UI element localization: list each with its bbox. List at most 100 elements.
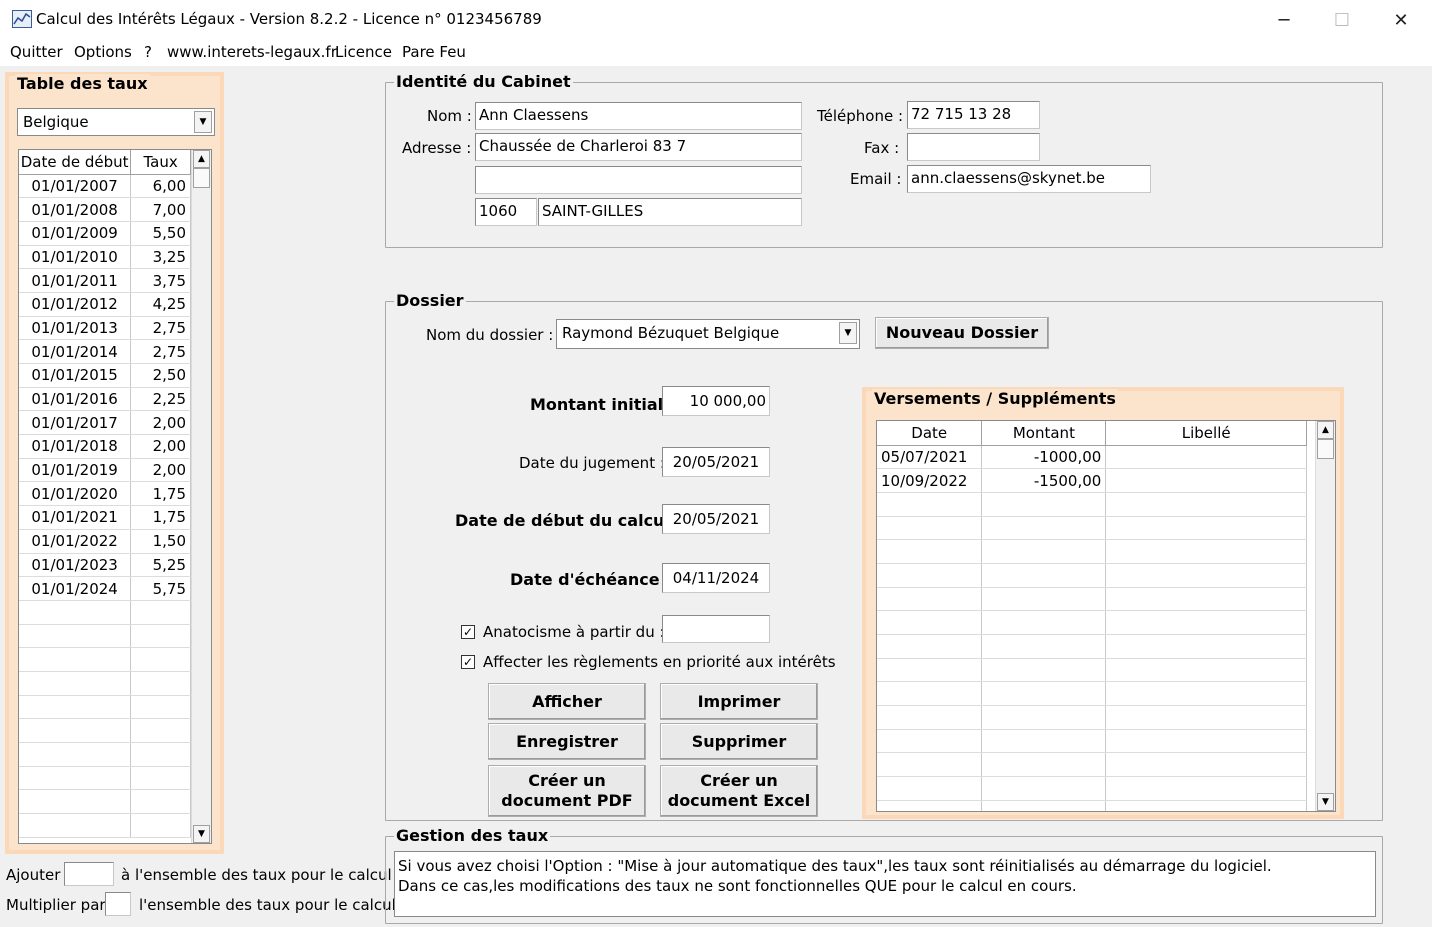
table-row[interactable] — [19, 647, 191, 672]
email-input[interactable]: ann.claessens@skynet.be — [907, 165, 1151, 193]
versements-header-libelle[interactable]: Libellé — [1105, 421, 1307, 446]
versement-cell-date[interactable] — [877, 800, 983, 811]
minimize-button[interactable]: ─ — [1255, 0, 1313, 40]
multiplier-input[interactable] — [105, 892, 131, 916]
versement-cell-date[interactable] — [877, 610, 983, 635]
versement-cell-montant[interactable] — [981, 658, 1107, 683]
imprimer-button[interactable]: Imprimer — [660, 683, 818, 720]
chevron-down-icon[interactable]: ▼ — [839, 322, 857, 344]
versement-cell-date[interactable] — [877, 563, 983, 588]
table-row[interactable] — [19, 671, 191, 696]
versement-cell-montant[interactable] — [981, 492, 1107, 517]
cp-input[interactable]: 1060 — [475, 198, 537, 226]
taux-table[interactable]: Date de début Taux 01/01/2007 6,00 01/01/2… — [18, 149, 212, 844]
menu-website[interactable]: www.interets-legaux.fr — [167, 43, 337, 61]
versement-cell-libelle[interactable] — [1105, 705, 1307, 730]
table-row[interactable]: 10/09/2022 -1500,00 — [877, 468, 1307, 493]
taux-cell-date[interactable] — [19, 671, 132, 696]
menu-pare-feu[interactable]: Pare Feu — [402, 43, 466, 61]
taux-cell-rate[interactable]: 1,75 — [130, 505, 191, 530]
taux-cell-rate[interactable]: 3,75 — [130, 268, 191, 293]
taux-cell-rate[interactable] — [130, 718, 191, 743]
dossier-select[interactable]: Raymond Bézuquet Belgique ▼ — [556, 319, 860, 349]
versement-cell-date[interactable] — [877, 752, 983, 778]
table-row[interactable]: 01/01/2016 2,25 — [19, 387, 191, 412]
taux-cell-date[interactable] — [19, 695, 132, 720]
adresse1-input[interactable]: Chaussée de Charleroi 83 7 — [475, 133, 802, 161]
table-row[interactable] — [19, 624, 191, 649]
versement-cell-date[interactable] — [877, 705, 983, 730]
scroll-up-icon[interactable]: ▲ — [1317, 421, 1334, 439]
taux-cell-date[interactable] — [19, 766, 132, 791]
close-button[interactable]: ✕ — [1372, 0, 1430, 40]
taux-cell-date[interactable]: 01/01/2007 — [19, 174, 132, 199]
debut-calcul-input[interactable]: 20/05/2021 — [662, 504, 770, 534]
taux-cell-date[interactable]: 01/01/2019 — [19, 458, 132, 483]
table-row[interactable] — [877, 492, 1307, 517]
nom-input[interactable]: Ann Claessens — [475, 102, 802, 130]
taux-cell-rate[interactable] — [130, 671, 191, 696]
versement-cell-date[interactable]: 10/09/2022 — [877, 468, 983, 493]
versements-header-montant[interactable]: Montant — [981, 421, 1107, 446]
chevron-down-icon[interactable]: ▼ — [194, 111, 212, 133]
afficher-button[interactable]: Afficher — [488, 683, 646, 720]
versement-cell-libelle[interactable] — [1105, 681, 1307, 707]
versement-cell-libelle[interactable] — [1105, 563, 1307, 588]
versement-cell-montant[interactable] — [981, 776, 1107, 801]
taux-cell-rate[interactable]: 2,00 — [130, 458, 191, 483]
scroll-down-icon[interactable]: ▼ — [1317, 793, 1334, 811]
versement-cell-date[interactable] — [877, 729, 983, 754]
versement-cell-date[interactable] — [877, 681, 983, 707]
taux-cell-rate[interactable]: 2,50 — [130, 363, 191, 388]
versement-cell-montant[interactable] — [981, 539, 1107, 564]
table-row[interactable]: 01/01/2008 7,00 — [19, 197, 191, 222]
table-row[interactable] — [19, 813, 191, 838]
versement-cell-libelle[interactable] — [1105, 539, 1307, 564]
versement-cell-libelle[interactable] — [1105, 752, 1307, 778]
ville-input[interactable]: SAINT-GILLES — [538, 198, 802, 226]
taux-cell-rate[interactable]: 7,00 — [130, 197, 191, 222]
taux-cell-rate[interactable]: 2,75 — [130, 316, 191, 341]
taux-cell-date[interactable] — [19, 624, 132, 649]
versement-cell-montant[interactable] — [981, 610, 1107, 635]
taux-cell-rate[interactable] — [130, 695, 191, 720]
table-row[interactable]: 01/01/2010 3,25 — [19, 245, 191, 270]
versement-cell-date[interactable] — [877, 634, 983, 659]
taux-cell-rate[interactable] — [130, 742, 191, 767]
taux-cell-rate[interactable]: 5,75 — [130, 576, 191, 601]
pdf-button[interactable]: Créer un document PDF — [488, 765, 646, 817]
versement-cell-montant[interactable]: -1000,00 — [981, 445, 1107, 470]
taux-cell-date[interactable] — [19, 647, 132, 672]
table-row[interactable] — [877, 516, 1307, 541]
table-row[interactable]: 01/01/2020 1,75 — [19, 481, 191, 507]
table-row[interactable]: 01/01/2012 4,25 — [19, 292, 191, 317]
taux-cell-date[interactable]: 01/01/2013 — [19, 316, 132, 341]
table-row[interactable]: 01/01/2011 3,75 — [19, 268, 191, 293]
table-row[interactable]: 01/01/2019 2,00 — [19, 458, 191, 483]
taux-cell-date[interactable]: 01/01/2010 — [19, 245, 132, 270]
taux-cell-rate[interactable] — [130, 813, 191, 838]
taux-cell-rate[interactable]: 6,00 — [130, 174, 191, 199]
taux-cell-date[interactable]: 01/01/2017 — [19, 410, 132, 436]
table-row[interactable] — [877, 752, 1307, 778]
versement-cell-date[interactable]: 05/07/2021 — [877, 445, 983, 470]
table-row[interactable] — [877, 634, 1307, 659]
taux-cell-rate[interactable]: 3,25 — [130, 245, 191, 270]
table-row[interactable] — [877, 563, 1307, 588]
nouveau-dossier-button[interactable]: Nouveau Dossier — [875, 317, 1049, 349]
taux-cell-rate[interactable]: 2,00 — [130, 410, 191, 436]
table-row[interactable]: 01/01/2009 5,50 — [19, 221, 191, 246]
anatocisme-checkbox[interactable]: ✓ — [461, 625, 475, 639]
table-row[interactable] — [19, 718, 191, 743]
ajouter-input[interactable] — [64, 862, 114, 886]
versement-cell-montant[interactable] — [981, 729, 1107, 754]
fax-input[interactable] — [907, 133, 1040, 161]
versement-cell-montant[interactable] — [981, 800, 1107, 811]
scroll-thumb[interactable] — [1317, 439, 1334, 459]
table-row[interactable] — [877, 658, 1307, 683]
versement-cell-libelle[interactable] — [1105, 445, 1307, 470]
taux-cell-date[interactable]: 01/01/2022 — [19, 529, 132, 554]
taux-cell-date[interactable]: 01/01/2021 — [19, 505, 132, 530]
versement-cell-libelle[interactable] — [1105, 468, 1307, 493]
versement-cell-montant[interactable] — [981, 705, 1107, 730]
